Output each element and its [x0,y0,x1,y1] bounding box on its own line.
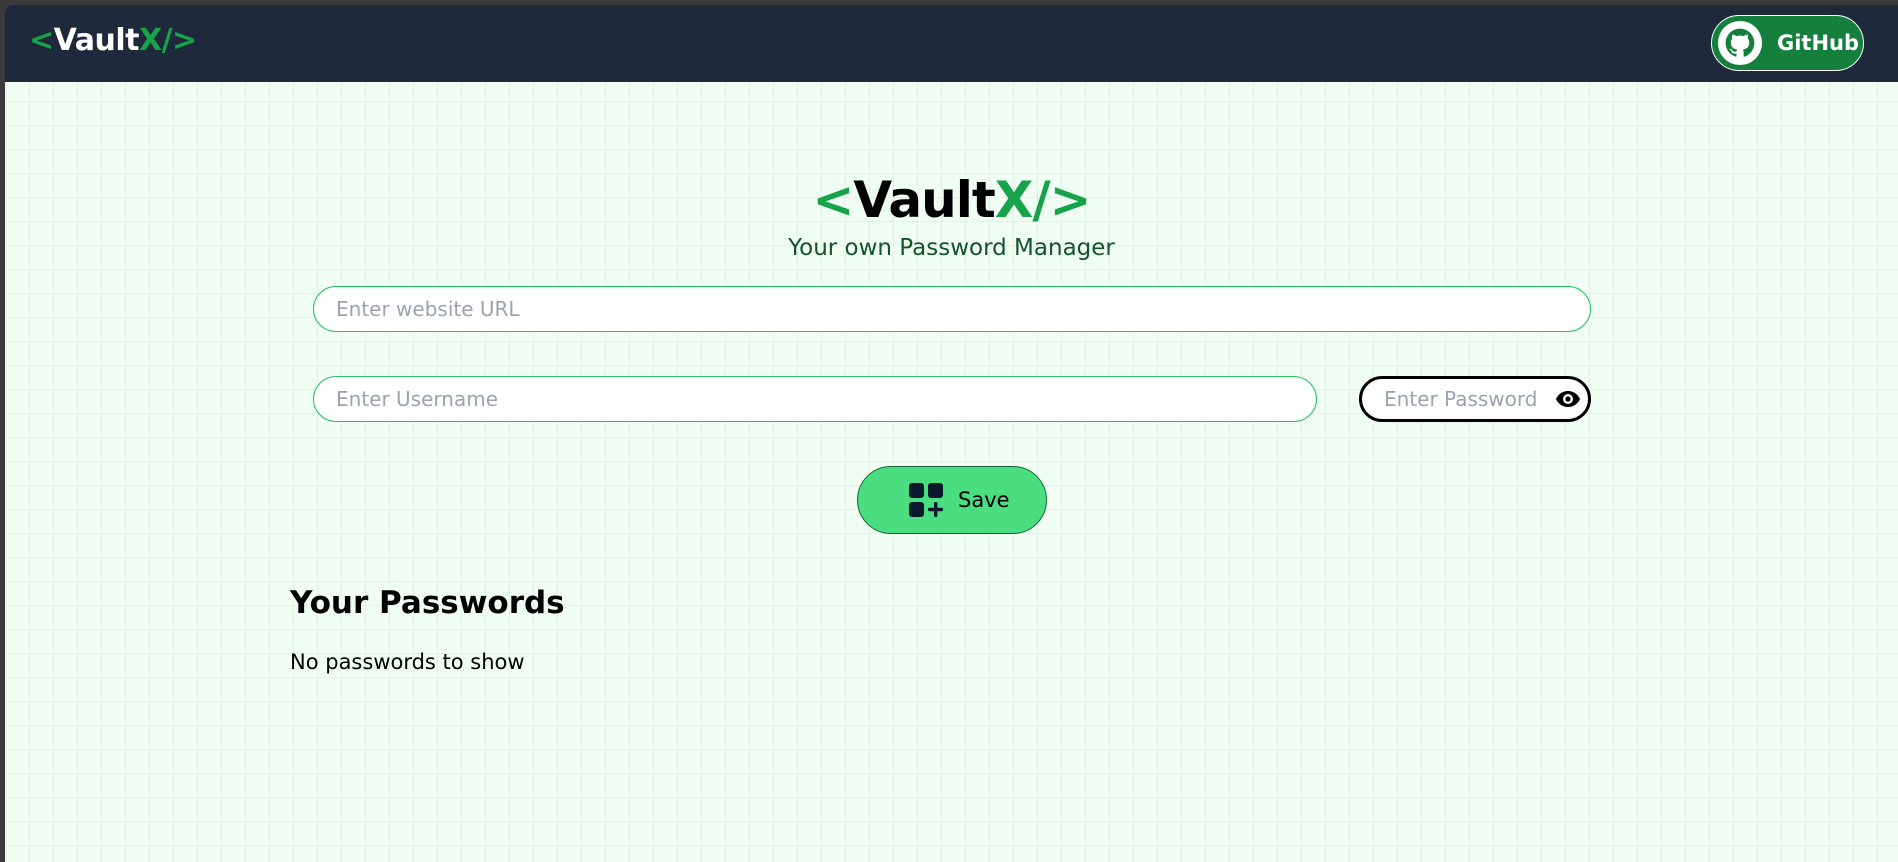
add-grid-icon [909,483,943,517]
password-field-group [1359,376,1591,422]
website-url-input[interactable] [313,286,1591,332]
github-button[interactable]: GitHub [1711,15,1864,71]
github-label: GitHub [1777,31,1860,55]
navbar-logo[interactable]: <VaultX/> [29,26,197,56]
hero-logo: <VaultX/> [5,175,1898,225]
logo-accent: X/ [138,23,173,58]
hero-logo-accent: X/ [994,171,1051,229]
app-window: <VaultX/> GitHub <VaultX/> Your own Pass… [5,5,1898,862]
empty-passwords-message: No passwords to show [290,650,525,674]
logo-close-bracket: > [172,23,197,58]
github-icon [1717,20,1763,66]
passwords-section-title: Your Passwords [290,585,565,621]
save-label: Save [958,488,1010,512]
username-input[interactable] [313,376,1317,422]
logo-open-bracket: < [29,23,54,58]
navbar: <VaultX/> GitHub [5,5,1898,82]
hero-logo-open-bracket: < [812,171,855,229]
save-button[interactable]: Save [857,466,1047,534]
tagline: Your own Password Manager [788,235,1115,261]
hero-logo-name: Vault [853,171,995,229]
eye-icon[interactable] [1555,388,1581,410]
hero-logo-close-bracket: > [1049,171,1092,229]
logo-name: Vault [53,23,140,58]
